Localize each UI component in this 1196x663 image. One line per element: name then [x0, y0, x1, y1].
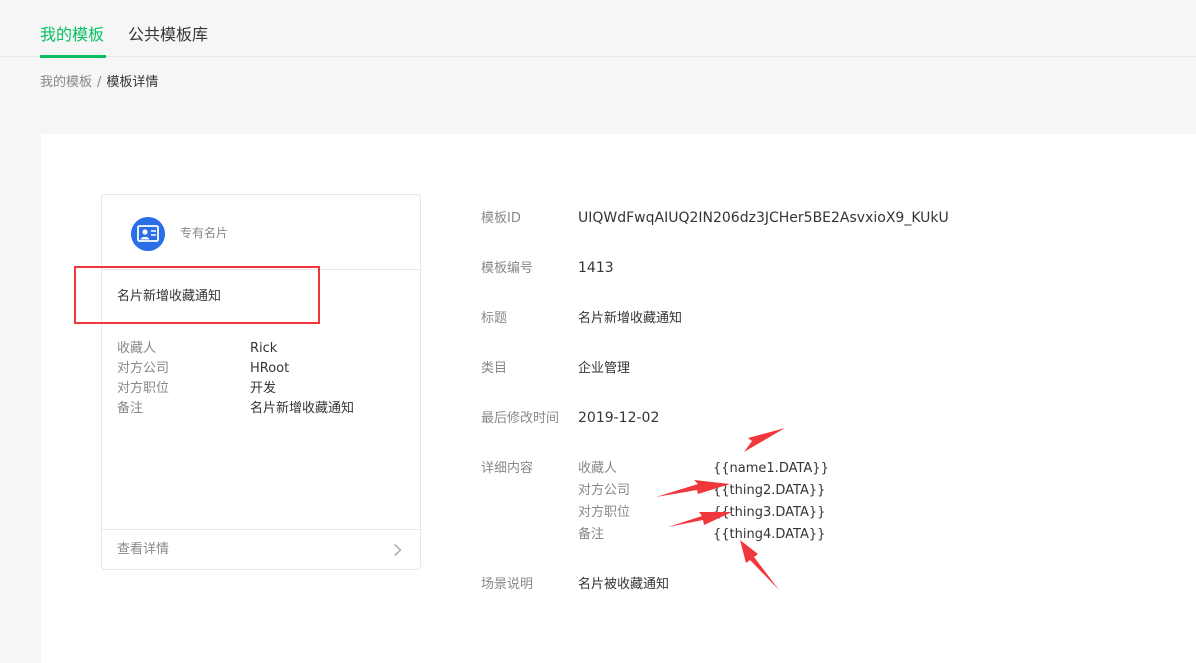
title-label: 标题 [481, 311, 508, 326]
breadcrumb: 我的模板 / 模板详情 [40, 74, 158, 92]
breadcrumb-parent-link[interactable]: 我的模板 [40, 75, 92, 90]
template-id-label: 模板ID [481, 211, 521, 226]
tab-public-library[interactable]: 公共模板库 [128, 24, 208, 46]
card-field-row: 对方职位 开发 [117, 379, 407, 399]
card-field-row: 对方公司 HRoot [117, 359, 407, 379]
template-preview-card: 专有名片 名片新增收藏通知 收藏人 Rick 对方公司 HRoot 对方职位 开… [101, 194, 421, 570]
card-field-key: 对方公司 [117, 361, 170, 376]
card-field-key: 收藏人 [117, 341, 157, 356]
business-card-avatar-icon [131, 217, 165, 251]
card-brand-name: 专有名片 [180, 226, 229, 240]
scene-value: 名片被收藏通知 [578, 577, 670, 592]
content-label: 详细内容 [481, 461, 534, 476]
top-tab-bar: 我的模板 公共模板库 [0, 0, 1196, 58]
card-field-value: HRoot [250, 361, 290, 376]
card-field-row: 收藏人 Rick [117, 339, 407, 359]
modified-time-label: 最后修改时间 [481, 411, 560, 426]
card-field-list: 收藏人 Rick 对方公司 HRoot 对方职位 开发 备注 名片新增收藏通知 [117, 339, 407, 419]
content-row: 对方公司 {{thing2.DATA}} [578, 480, 878, 502]
card-field-value: 开发 [250, 381, 277, 396]
content-value: {{thing3.DATA}} [713, 505, 826, 520]
content-key: 备注 [578, 527, 605, 542]
breadcrumb-current: 模板详情 [106, 75, 159, 90]
card-header: 专有名片 [102, 195, 420, 270]
tab-my-templates[interactable]: 我的模板 [40, 24, 104, 46]
card-field-value: Rick [250, 341, 278, 356]
scene-label: 场景说明 [481, 577, 534, 592]
card-field-value: 名片新增收藏通知 [250, 401, 355, 416]
annotation-highlight-box [74, 266, 320, 324]
modified-time-value: 2019-12-02 [578, 410, 660, 426]
template-no-value: 1413 [578, 260, 614, 276]
template-no-label: 模板编号 [481, 261, 534, 276]
active-tab-indicator [40, 55, 106, 58]
card-field-key: 备注 [117, 401, 144, 416]
template-detail-panel: 专有名片 名片新增收藏通知 收藏人 Rick 对方公司 HRoot 对方职位 开… [41, 134, 1196, 663]
content-row: 收藏人 {{name1.DATA}} [578, 458, 878, 480]
category-value: 企业管理 [578, 361, 631, 376]
view-details-link[interactable]: 查看详情 [102, 529, 420, 569]
card-field-key: 对方职位 [117, 381, 170, 396]
content-key: 收藏人 [578, 461, 618, 476]
content-value: {{thing4.DATA}} [713, 527, 826, 542]
category-label: 类目 [481, 361, 508, 376]
content-value: {{thing2.DATA}} [713, 483, 826, 498]
content-key: 对方职位 [578, 505, 631, 520]
content-value: {{name1.DATA}} [713, 461, 829, 476]
template-id-value: UIQWdFwqAIUQ2IN206dz3JCHer5BE2AsvxioX9_K… [578, 210, 949, 226]
chevron-right-icon [393, 543, 402, 557]
content-row: 备注 {{thing4.DATA}} [578, 524, 878, 546]
title-value: 名片新增收藏通知 [578, 311, 683, 326]
card-field-row: 备注 名片新增收藏通知 [117, 399, 407, 419]
content-key: 对方公司 [578, 483, 631, 498]
content-row: 对方职位 {{thing3.DATA}} [578, 502, 878, 524]
breadcrumb-separator: / [97, 75, 102, 90]
view-details-label: 查看详情 [117, 542, 170, 557]
